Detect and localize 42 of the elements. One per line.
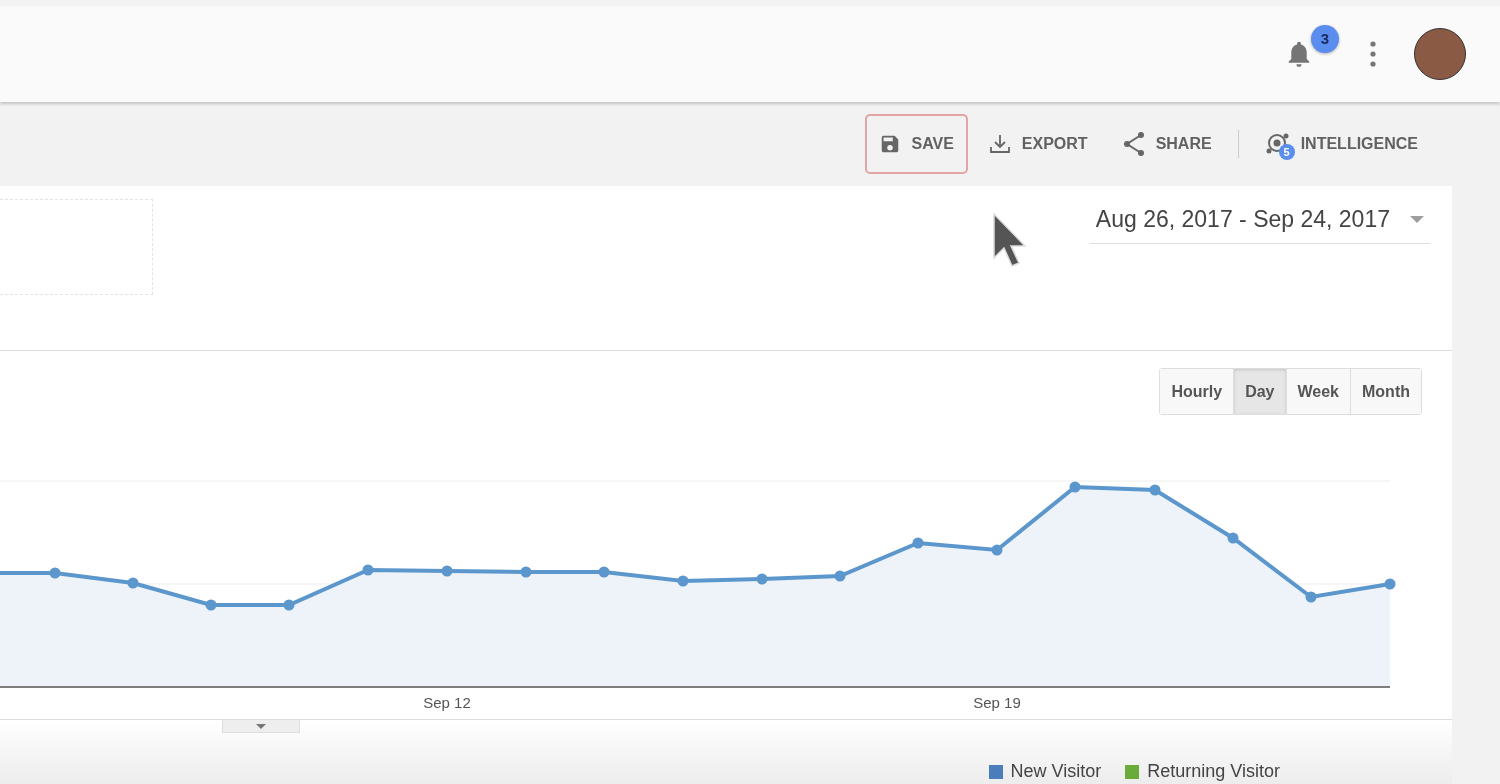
granularity-tab[interactable]: Week bbox=[1286, 369, 1351, 414]
data-point bbox=[441, 565, 453, 577]
date-range-picker[interactable]: Aug 26, 2017 - Sep 24, 2017 bbox=[1089, 206, 1430, 244]
count-badge: 5 bbox=[1278, 144, 1295, 160]
data-point bbox=[1305, 591, 1317, 603]
data-point bbox=[1149, 484, 1161, 496]
data-point bbox=[912, 537, 924, 549]
data-point bbox=[362, 564, 374, 576]
data-point bbox=[1069, 481, 1081, 493]
share-icon bbox=[1121, 131, 1146, 157]
toolbar-button[interactable]: EXPORT bbox=[973, 114, 1102, 174]
granularity-tab[interactable]: Hourly bbox=[1160, 369, 1235, 414]
download-icon bbox=[987, 132, 1012, 156]
more-options-icon[interactable] bbox=[1370, 41, 1376, 67]
data-point bbox=[283, 599, 295, 611]
notification-badge: 3 bbox=[1311, 24, 1339, 53]
notification-bell-icon[interactable] bbox=[1288, 40, 1310, 68]
data-point bbox=[756, 573, 768, 585]
data-point bbox=[834, 570, 846, 582]
axis-label: Sep 12 bbox=[423, 694, 471, 711]
data-point bbox=[49, 567, 61, 579]
data-point bbox=[677, 575, 689, 587]
data-point bbox=[1227, 532, 1239, 544]
toolbar-button[interactable]: SHARE bbox=[1107, 114, 1226, 174]
axis-label: Sep 19 bbox=[973, 694, 1021, 711]
data-point bbox=[127, 577, 139, 589]
data-point bbox=[520, 566, 532, 578]
legend-label: Returning Visitor bbox=[1147, 761, 1280, 782]
granularity-tab[interactable]: Day bbox=[1234, 369, 1287, 414]
data-point bbox=[598, 566, 610, 578]
legend-label: New Visitor bbox=[1010, 761, 1102, 782]
toolbar-button[interactable]: 5 INTELLIGENCE bbox=[1250, 114, 1432, 174]
caret-icon bbox=[256, 723, 266, 729]
avatar[interactable] bbox=[1414, 28, 1466, 80]
mouse-pointer-icon bbox=[990, 210, 1030, 270]
data-point bbox=[991, 544, 1003, 556]
data-point bbox=[205, 599, 217, 611]
granularity-tab[interactable]: Month bbox=[1351, 369, 1421, 414]
dropdown-caret-icon bbox=[1410, 215, 1424, 224]
toolbar-button[interactable]: SAVE bbox=[865, 114, 968, 174]
data-point bbox=[1384, 578, 1396, 590]
date-range-text: Aug 26, 2017 - Sep 24, 2017 bbox=[1095, 206, 1390, 233]
